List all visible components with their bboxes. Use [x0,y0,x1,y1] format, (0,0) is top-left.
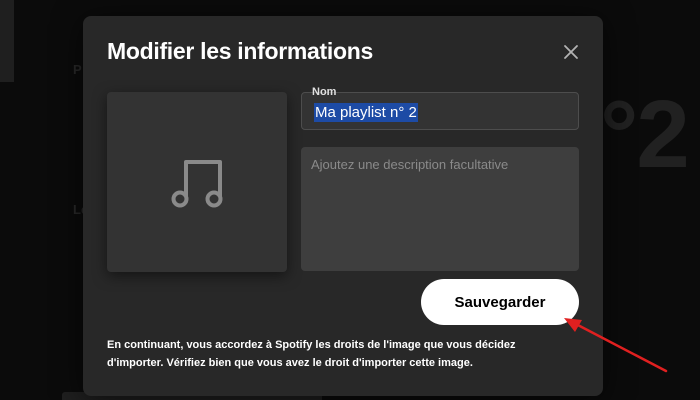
rights-disclaimer: En continuant, vous accordez à Spotify l… [107,339,516,369]
close-button[interactable] [559,40,583,64]
edit-details-dialog: Modifier les informations Nom Ma playlis… [83,16,603,396]
close-icon [564,45,578,59]
name-field-label: Nom [312,86,337,98]
playlist-image-picker[interactable] [107,92,287,272]
dialog-title: Modifier les informations [107,38,373,64]
description-placeholder: Ajoutez une description facultative [311,157,509,172]
name-field-value[interactable]: Ma playlist n° 2 [314,103,418,122]
music-note-icon [171,160,223,208]
description-field[interactable]: Ajoutez une description facultative [301,147,579,271]
annotation-arrow [564,318,668,373]
name-field[interactable]: Nom Ma playlist n° 2 [301,86,579,130]
save-button[interactable]: Sauvegarder [421,279,579,325]
